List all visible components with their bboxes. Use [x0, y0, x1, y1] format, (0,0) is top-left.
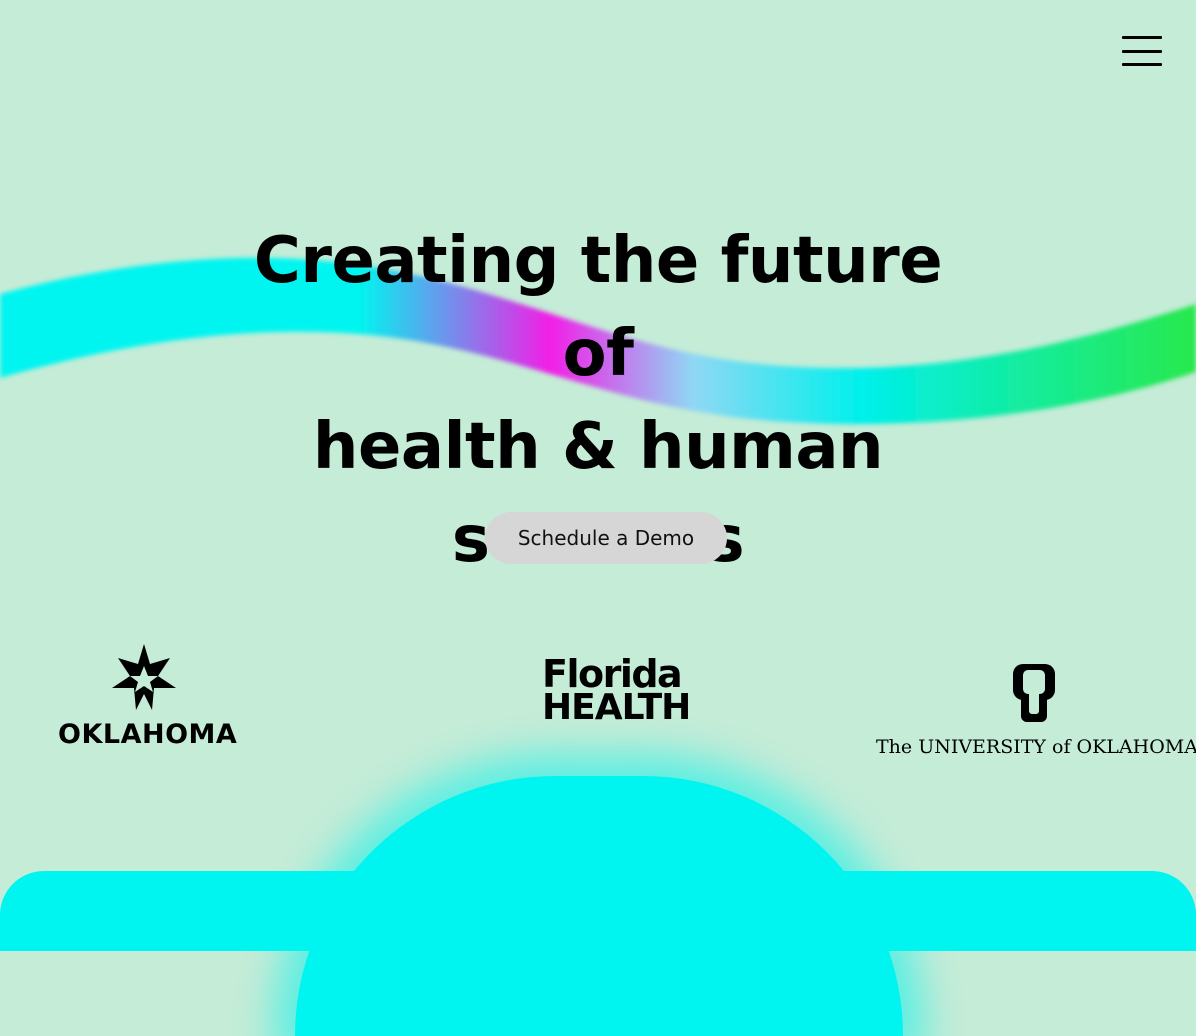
university-of-oklahoma-wordmark: The UNIVERSITY of OKLAHOMA [876, 736, 1196, 758]
schedule-demo-button[interactable]: Schedule a Demo [485, 512, 727, 564]
oklahoma-logo: OKLAHOMA [58, 642, 238, 754]
menu-bar-middle [1122, 49, 1162, 53]
oklahoma-wordmark: OKLAHOMA [58, 719, 238, 750]
florida-health-logo: Florida HEALTH [542, 652, 691, 731]
florida-wordmark: Florida [542, 652, 683, 696]
bottom-section-band [0, 871, 1196, 951]
hero-title-line: health & human [312, 410, 884, 484]
oklahoma-star-icon [112, 644, 176, 710]
ou-monogram-icon [1013, 664, 1055, 722]
menu-bar-top [1122, 36, 1162, 39]
menu-bar-bottom [1122, 63, 1162, 66]
hero-title-line: Creating the future of [253, 224, 943, 391]
university-of-oklahoma-logo: The UNIVERSITY of OKLAHOMA [876, 662, 1196, 758]
health-wordmark: HEALTH [542, 687, 691, 728]
hamburger-menu-icon[interactable] [1122, 36, 1162, 66]
